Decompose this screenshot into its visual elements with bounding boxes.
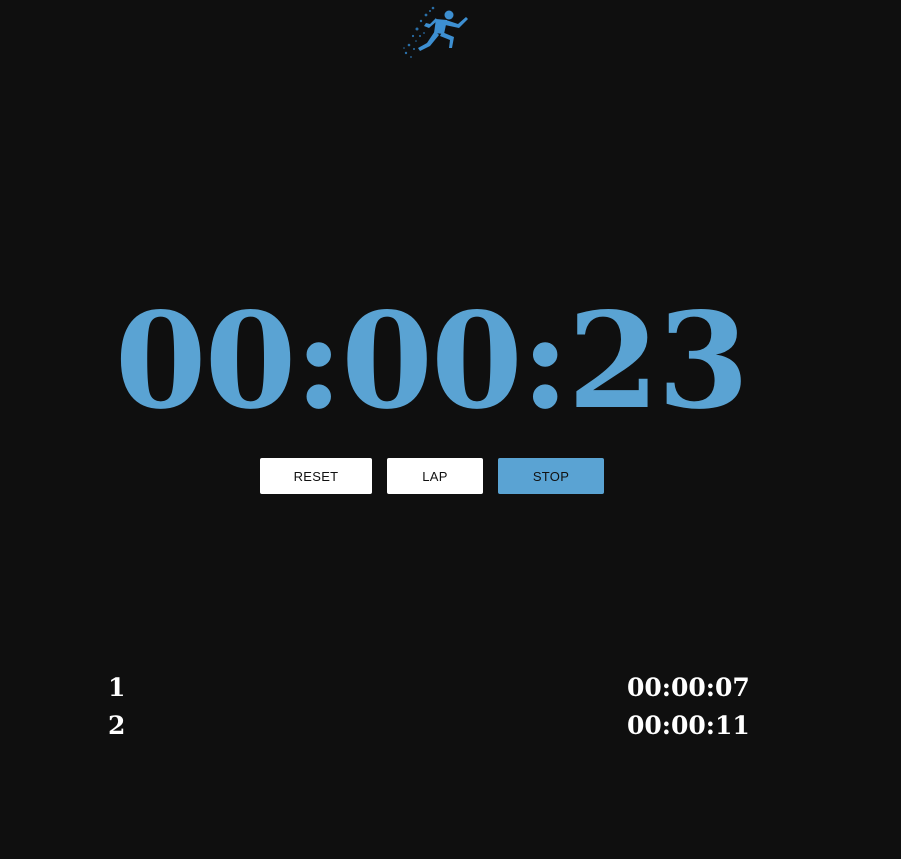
lap-number: 1 [108,673,126,702]
lap-list: 1 00:00:07 2 00:00:11 [0,670,901,746]
list-item: 2 00:00:11 [0,708,901,746]
list-item: 1 00:00:07 [0,670,901,708]
runner-icon [403,6,468,58]
lap-time: 00:00:11 [627,711,750,740]
lap-time: 00:00:07 [627,673,750,702]
lap-number: 2 [108,711,126,740]
stopwatch-display: 00:00:23 [114,284,750,439]
stop-button[interactable]: STOP [498,458,604,494]
reset-button[interactable]: RESET [260,458,372,494]
runner-logo-icon [400,3,472,61]
lap-button[interactable]: LAP [387,458,483,494]
